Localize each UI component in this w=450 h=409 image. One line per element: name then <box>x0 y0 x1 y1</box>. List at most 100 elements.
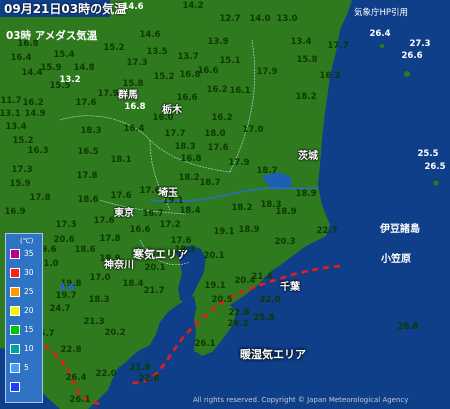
temperature-label: 16.2 <box>206 84 228 95</box>
temperature-label: 18.6 <box>74 244 96 255</box>
island-dot <box>380 44 384 48</box>
temperature-label: 17.6 <box>75 97 97 108</box>
temperature-label: 16.6 <box>176 92 198 103</box>
temperature-label: 16.8 <box>180 153 202 164</box>
prefecture-label: 千葉 <box>280 282 300 293</box>
island-label: 伊豆諸島 <box>380 224 420 235</box>
legend-value: 25 <box>24 287 34 296</box>
temperature-label: 18.9 <box>275 206 297 217</box>
prefecture-label: 茨城 <box>298 151 318 162</box>
temperature-label: 20.1 <box>144 262 166 273</box>
temperature-label: 16.7 <box>142 208 164 219</box>
page-title: 09月21日03時の気温 <box>4 2 127 16</box>
temperature-label: 22.0 <box>95 368 117 379</box>
temperature-label: 18.6 <box>77 194 99 205</box>
temperature-label: 13.4 <box>290 36 312 47</box>
temperature-label: 18.3 <box>174 244 196 255</box>
legend-swatch <box>10 306 20 316</box>
temperature-label: 16.3 <box>27 145 49 156</box>
temperature-label: 21.3 <box>83 316 105 327</box>
legend-row: 35 <box>10 248 42 262</box>
temperature-label: 14.9 <box>24 108 46 119</box>
temperature-label: 13.1 <box>0 108 21 119</box>
temperature-label: 18.9 <box>238 224 260 235</box>
temperature-label: 17.7 <box>164 128 186 139</box>
temperature-label: 14.8 <box>73 62 95 73</box>
temperature-label: 20.2 <box>104 327 126 338</box>
temperature-label: 14.4 <box>21 67 43 78</box>
legend-row: 10 <box>10 343 42 357</box>
temperature-legend: (℃) 35 30 25 20 15 10 5 <box>5 233 43 403</box>
temperature-label: 12.7 <box>219 13 241 24</box>
temperature-label: 13.4 <box>5 121 27 132</box>
temperature-label: 26.8 <box>397 321 419 332</box>
temperature-label: 26.1 <box>69 394 91 405</box>
temperature-label: 17.6 <box>110 190 132 201</box>
temperature-label: 15.9 <box>9 178 31 189</box>
temperature-label: 17.3 <box>55 219 77 230</box>
legend-value: 20 <box>24 306 34 315</box>
temperature-label: 17.8 <box>29 192 51 203</box>
temperature-label: 16.4 <box>10 52 32 63</box>
temperature-label: 13.0 <box>276 13 298 24</box>
legend-swatch <box>10 268 20 278</box>
temperature-label: 18.3 <box>88 294 110 305</box>
temperature-label: 25.8 <box>253 312 275 323</box>
temperature-label: 18.1 <box>110 154 132 165</box>
temperature-label: 18.7 <box>199 177 221 188</box>
prefecture-label: 東京 <box>114 208 134 219</box>
temperature-label: 15.4 <box>53 49 75 60</box>
temperature-label: 25.5 <box>417 148 439 159</box>
temperature-label: 22.7 <box>316 225 338 236</box>
island-label: 小笠原 <box>381 254 411 265</box>
temperature-label: 16.6 <box>197 65 219 76</box>
temperature-label: 18.4 <box>122 278 144 289</box>
temperature-label: 26.4 <box>369 28 391 39</box>
temperature-label: 26.6 <box>401 50 423 61</box>
temperature-label: 18.3 <box>174 141 196 152</box>
temperature-label: 20.3 <box>274 236 296 247</box>
legend-swatch <box>10 249 20 259</box>
temperature-label: 24.7 <box>49 303 71 314</box>
temperature-label: 17.6 <box>207 142 229 153</box>
temperature-label: 27.3 <box>409 38 431 49</box>
temperature-label: 22.6 <box>138 373 160 384</box>
temperature-label: 16.9 <box>4 206 26 217</box>
temperature-label: 16.1 <box>229 85 251 96</box>
temperature-label: 21.7 <box>143 285 165 296</box>
temperature-label: 18.3 <box>80 125 102 136</box>
credit-label: 気象庁HP引用 <box>354 8 409 18</box>
temperature-label: 17.2 <box>159 219 181 230</box>
temperature-label: 17.3 <box>126 57 148 68</box>
temperature-label: 15.2 <box>12 135 34 146</box>
temperature-label: 11.7 <box>0 95 22 106</box>
temperature-label: 16.2 <box>22 97 44 108</box>
temperature-label: 22.8 <box>60 344 82 355</box>
temperature-label: 16.4 <box>123 123 145 134</box>
weather-map: 09月21日03時の気温 03時 アメダス気温 気象庁HP引用 All righ… <box>0 0 450 409</box>
temperature-label: 20.6 <box>53 234 75 245</box>
legend-unit: (℃) <box>20 237 34 245</box>
temperature-label: 16.8 <box>17 38 39 49</box>
prefecture-label: 群馬 <box>118 90 138 101</box>
legend-swatch <box>10 344 20 354</box>
temperature-label: 14.0 <box>249 13 271 24</box>
temperature-label: 15.9 <box>40 62 62 73</box>
temperature-label: 16.5 <box>77 146 99 157</box>
prefecture-label: 栃木 <box>162 105 182 116</box>
temperature-label: 19.7 <box>55 290 77 301</box>
temperature-label: 15.2 <box>103 42 125 53</box>
temperature-label: 16.8 <box>124 101 146 112</box>
legend-swatch <box>10 287 20 297</box>
temperature-label: 17.9 <box>228 157 250 168</box>
temperature-label: 15.8 <box>122 78 144 89</box>
temperature-label: 17.7 <box>327 40 349 51</box>
legend-value: 10 <box>24 344 34 353</box>
temperature-label: 15.1 <box>219 55 241 66</box>
temperature-label: 26.1 <box>194 338 216 349</box>
temperature-label: 14.6 <box>122 1 144 12</box>
temperature-label: 18.0 <box>204 128 226 139</box>
temperature-label: 26.5 <box>424 161 446 172</box>
legend-value: 35 <box>24 249 34 258</box>
prefecture-label: 神奈川 <box>104 260 134 271</box>
